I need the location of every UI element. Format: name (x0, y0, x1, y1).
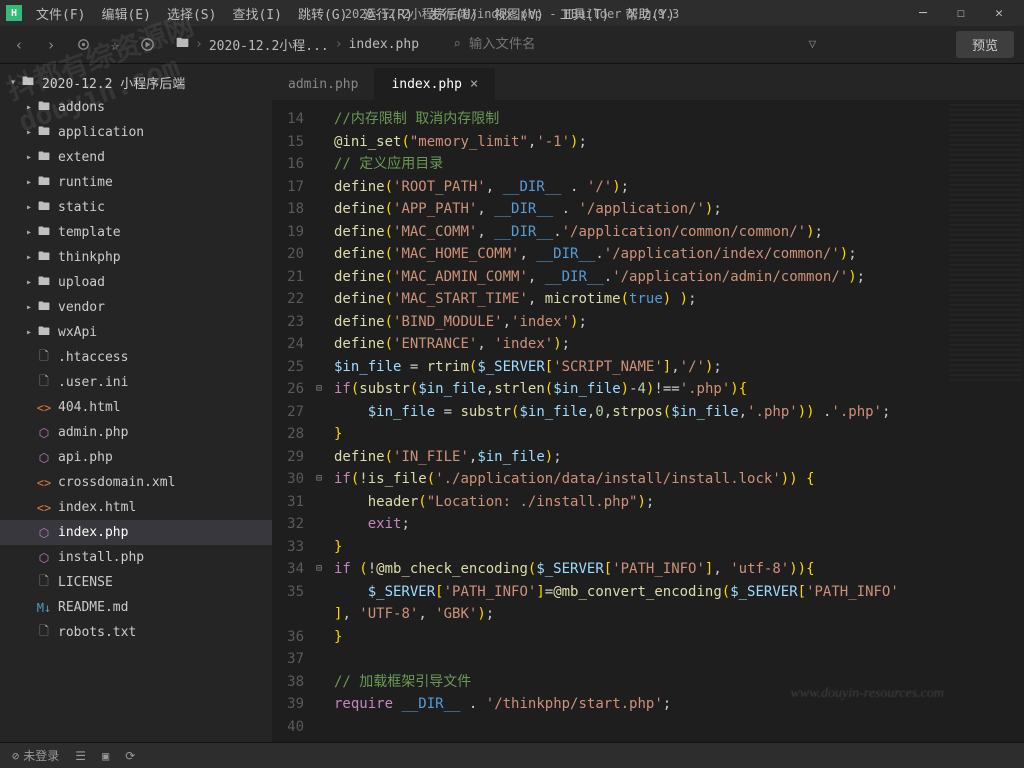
filter-icon[interactable]: ▽ (809, 37, 817, 52)
tree-folder[interactable]: ▸🖿template (0, 220, 272, 245)
folder-icon: 🖿 (36, 322, 52, 343)
minimize-button[interactable]: ─ (904, 0, 942, 26)
tree-file[interactable]: ⬡admin.php (0, 420, 272, 445)
code-content[interactable]: //内存限制 取消内存限制@ini_set("memory_limit",'-1… (316, 100, 907, 742)
folder-icon: 🖿 (36, 172, 52, 193)
folder-icon: 🖿 (36, 197, 52, 218)
pin-button[interactable] (74, 36, 92, 54)
menu-item[interactable]: 查找(I) (224, 4, 289, 23)
tab-label: admin.php (288, 77, 358, 92)
tree-file[interactable]: 🗋robots.txt (0, 620, 272, 645)
file-icon: <> (36, 401, 52, 415)
file-icon: ⬡ (36, 551, 52, 565)
list-icon[interactable]: ☰ (75, 749, 86, 763)
folder-icon: 🖿 (20, 72, 36, 93)
breadcrumb: 🖿 › 2020-12.2小程... › index.php (176, 34, 419, 56)
menu-item[interactable]: 编辑(E) (93, 4, 158, 23)
login-status[interactable]: ⊘未登录 (12, 747, 59, 764)
tree-file[interactable]: ⬡install.php (0, 545, 272, 570)
close-tab-icon[interactable]: × (470, 76, 478, 92)
tree-file[interactable]: 🗋LICENSE (0, 570, 272, 595)
line-gutter: 1415161718192021222324252627282930313233… (272, 100, 316, 742)
tree-folder[interactable]: ▸🖿application (0, 120, 272, 145)
status-bar: ⊘未登录 ☰ ▣ ⟳ (0, 742, 1024, 768)
tree-folder[interactable]: ▸🖿static (0, 195, 272, 220)
file-icon: 🗋 (36, 622, 52, 643)
folder-icon: 🖿 (36, 247, 52, 268)
tree-folder[interactable]: ▸🖿extend (0, 145, 272, 170)
nav-forward-button[interactable]: › (42, 36, 60, 54)
user-icon: ⊘ (12, 749, 19, 763)
maximize-button[interactable]: ☐ (942, 0, 980, 26)
app-logo: H (6, 5, 22, 21)
tree-folder[interactable]: ▸🖿addons (0, 95, 272, 120)
close-button[interactable]: ✕ (980, 0, 1018, 26)
window-controls: ─ ☐ ✕ (904, 0, 1018, 26)
file-icon: <> (36, 501, 52, 515)
file-explorer: ▾🖿2020-12.2 小程序后端 ▸🖿addons▸🖿application▸… (0, 64, 272, 742)
preview-button[interactable]: 预览 (956, 31, 1014, 58)
window-title: 2020-12.2小程序后端/index.php - HBuilder X 2.… (345, 5, 680, 22)
file-icon: <> (36, 476, 52, 490)
tree-root[interactable]: ▾🖿2020-12.2 小程序后端 (0, 70, 272, 95)
tree-file[interactable]: 🗋.htaccess (0, 345, 272, 370)
fold-gutter: ⊟⊟⊟ (316, 108, 328, 742)
folder-icon: 🖿 (36, 222, 52, 243)
editor-tab[interactable]: index.php × (375, 68, 495, 100)
file-icon: ⬡ (36, 526, 52, 540)
file-icon: M↓ (36, 601, 52, 615)
tree-folder[interactable]: ▸🖿runtime (0, 170, 272, 195)
folder-icon: 🖿 (36, 122, 52, 143)
code-editor[interactable]: 1415161718192021222324252627282930313233… (272, 100, 1024, 742)
tree-file[interactable]: 🗋.user.ini (0, 370, 272, 395)
file-icon: 🗋 (36, 572, 52, 593)
tree-file[interactable]: ⬡api.php (0, 445, 272, 470)
breadcrumb-folder[interactable]: 2020-12.2小程... (209, 35, 329, 54)
folder-icon: 🖿 (176, 34, 189, 56)
editor-tab[interactable]: admin.php (272, 69, 375, 100)
tree-file[interactable]: <>crossdomain.xml (0, 470, 272, 495)
search-icon[interactable]: ⌕ (453, 37, 461, 52)
folder-icon: 🖿 (36, 297, 52, 318)
star-button[interactable]: ☆ (106, 36, 124, 54)
file-icon: ⬡ (36, 451, 52, 465)
tree-file[interactable]: <>404.html (0, 395, 272, 420)
tree-folder[interactable]: ▸🖿thinkphp (0, 245, 272, 270)
tree-file[interactable]: M↓README.md (0, 595, 272, 620)
menu-item[interactable]: 选择(S) (159, 4, 224, 23)
nav-back-button[interactable]: ‹ (10, 36, 28, 54)
file-icon: 🗋 (36, 347, 52, 368)
tree-file[interactable]: ⬡index.php (0, 520, 272, 545)
run-button[interactable] (138, 36, 156, 54)
sync-icon[interactable]: ⟳ (125, 749, 135, 763)
editor-area: admin.php index.php × 14151617181920212223… (272, 64, 1024, 742)
folder-icon: 🖿 (36, 97, 52, 118)
tree-file[interactable]: <>index.html (0, 495, 272, 520)
search-box: ⌕ (453, 37, 669, 52)
folder-icon: 🖿 (36, 272, 52, 293)
titlebar: H 文件(F)编辑(E)选择(S)查找(I)跳转(G)运行(R)发行(U)视图(… (0, 0, 1024, 26)
tree-folder[interactable]: ▸🖿upload (0, 270, 272, 295)
terminal-icon[interactable]: ▣ (102, 749, 109, 763)
tab-label: index.php (391, 77, 461, 92)
tree-folder[interactable]: ▸🖿vendor (0, 295, 272, 320)
file-icon: 🗋 (36, 372, 52, 393)
folder-icon: 🖿 (36, 147, 52, 168)
toolbar: ‹ › ☆ 🖿 › 2020-12.2小程... › index.php ⌕ ▽… (0, 26, 1024, 64)
menu-item[interactable]: 文件(F) (28, 4, 93, 23)
main-area: ▾🖿2020-12.2 小程序后端 ▸🖿addons▸🖿application▸… (0, 64, 1024, 742)
file-icon: ⬡ (36, 426, 52, 440)
search-input[interactable] (469, 37, 669, 52)
editor-tabs: admin.php index.php × (272, 64, 1024, 100)
breadcrumb-file[interactable]: index.php (349, 37, 419, 52)
tree-folder[interactable]: ▸🖿wxApi (0, 320, 272, 345)
